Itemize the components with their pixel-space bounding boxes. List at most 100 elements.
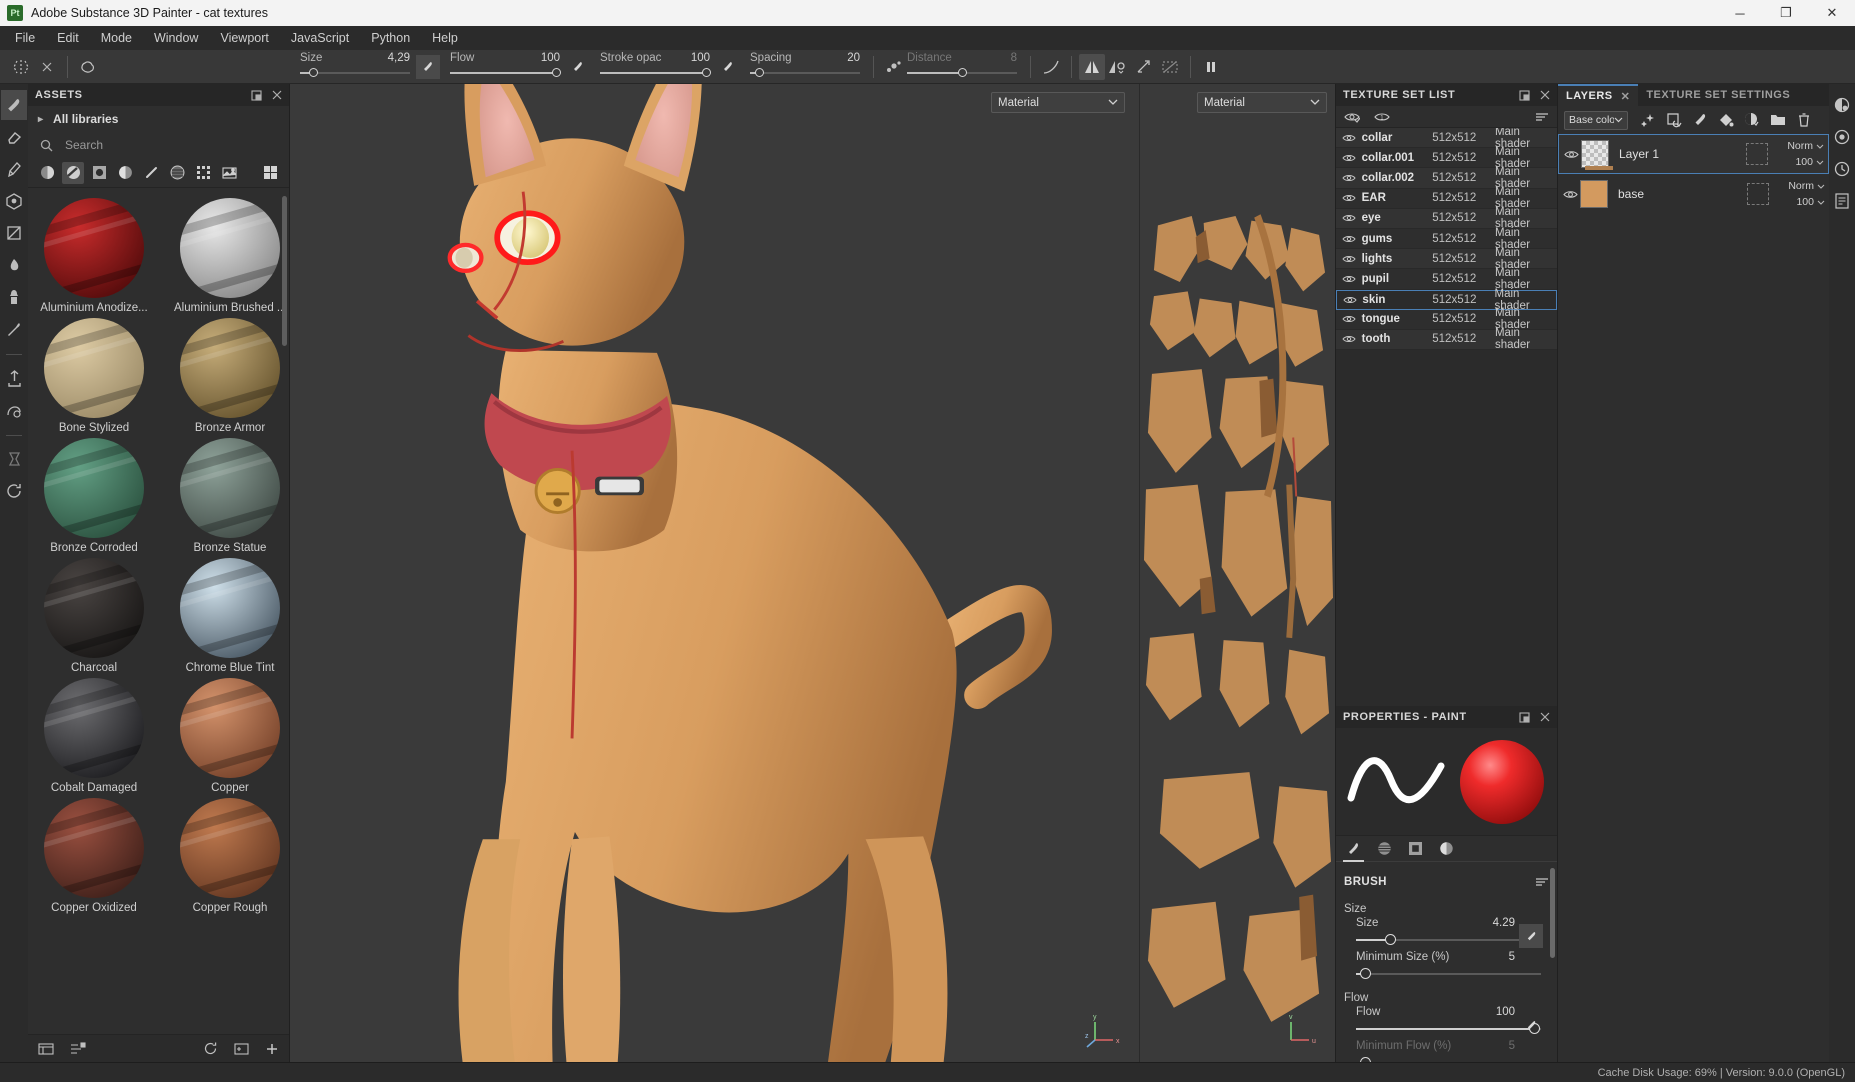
viewport-3d[interactable]: Material y x z bbox=[290, 84, 1139, 1062]
menu-item-window[interactable]: Window bbox=[143, 28, 209, 48]
layer-row[interactable]: base Norm 100 bbox=[1558, 174, 1829, 214]
property-value[interactable]: 4.29 bbox=[1493, 917, 1515, 929]
log-icon[interactable] bbox=[1829, 186, 1855, 216]
toolbar-slider-distance[interactable]: Distance 8 bbox=[907, 51, 1017, 83]
layer-mask-slot[interactable] bbox=[1746, 143, 1768, 165]
asset-item[interactable]: Aluminium Brushed ... bbox=[174, 198, 286, 314]
layer-blend-mode[interactable]: Norm bbox=[1787, 138, 1813, 154]
asset-item[interactable]: Charcoal bbox=[38, 558, 150, 674]
property-slider-size[interactable]: Size 4.29 bbox=[1356, 917, 1543, 951]
asset-item[interactable]: Copper Rough bbox=[174, 798, 286, 914]
symmetry-options-icon[interactable] bbox=[1105, 54, 1131, 80]
pressure-toggle-icon[interactable] bbox=[1519, 1013, 1543, 1037]
add-folder-icon[interactable] bbox=[1767, 110, 1788, 131]
asset-item[interactable]: Bronze Statue bbox=[174, 438, 286, 554]
symmetry-toggle-icon[interactable] bbox=[1079, 53, 1105, 80]
asset-item[interactable]: Bone Stylized bbox=[38, 318, 150, 434]
layer-visibility-icon[interactable] bbox=[1560, 189, 1580, 200]
shelf-list-icon[interactable] bbox=[70, 1041, 86, 1056]
property-slider-minimum-flow[interactable]: Minimum Flow (%) 5 bbox=[1356, 1040, 1543, 1062]
property-knob[interactable] bbox=[1360, 968, 1372, 980]
bake-tool-icon[interactable] bbox=[1, 395, 27, 425]
alphas-filter-icon[interactable] bbox=[166, 162, 188, 184]
brush-preset-icon[interactable] bbox=[75, 54, 101, 80]
shader-settings-icon[interactable] bbox=[1829, 122, 1855, 152]
reload-tool-icon[interactable] bbox=[1, 476, 27, 506]
symmetry-settings-icon[interactable] bbox=[8, 54, 34, 80]
visibility-eye-icon[interactable] bbox=[1342, 133, 1362, 143]
brush-pressure-toggle-2[interactable] bbox=[716, 55, 740, 79]
visibility-eye-icon[interactable] bbox=[1343, 295, 1362, 305]
menu-item-javascript[interactable]: JavaScript bbox=[280, 28, 360, 48]
polygon-fill-tool-icon[interactable] bbox=[1, 218, 27, 248]
delete-layer-icon[interactable] bbox=[1793, 110, 1814, 131]
viewport-2d-uv[interactable]: Material v u bbox=[1139, 84, 1335, 1062]
visibility-eye-icon[interactable] bbox=[1342, 173, 1362, 183]
close-panel-icon[interactable] bbox=[272, 90, 282, 100]
layer-row[interactable]: Layer 1 Norm 100 bbox=[1558, 134, 1829, 174]
layer-opacity[interactable]: 100 bbox=[1795, 154, 1813, 170]
asset-item[interactable]: Cobalt Damaged bbox=[38, 678, 150, 794]
mirror-transform-icon[interactable] bbox=[1131, 54, 1157, 80]
textures-filter-icon[interactable] bbox=[192, 162, 214, 184]
layer-visibility-icon[interactable] bbox=[1561, 149, 1581, 160]
property-value[interactable]: 100 bbox=[1496, 1006, 1515, 1018]
menu-item-help[interactable]: Help bbox=[421, 28, 469, 48]
float-panel-icon[interactable] bbox=[251, 89, 262, 101]
visibility-eye-icon[interactable] bbox=[1342, 334, 1362, 344]
close-tool-options-icon[interactable] bbox=[34, 54, 60, 80]
viewport-channel-select[interactable]: Material bbox=[991, 92, 1125, 113]
asset-item[interactable]: Chrome Blue Tint bbox=[174, 558, 286, 674]
maximize-button[interactable]: ❐ bbox=[1763, 0, 1809, 26]
projection-tool-icon[interactable] bbox=[1, 154, 27, 184]
menu-item-mode[interactable]: Mode bbox=[90, 28, 143, 48]
visibility-eye-icon[interactable] bbox=[1342, 213, 1362, 223]
curvature-icon[interactable] bbox=[1038, 54, 1064, 80]
asset-item[interactable]: Bronze Armor bbox=[174, 318, 286, 434]
brush-pressure-toggle-0[interactable] bbox=[416, 54, 440, 79]
close-panel-icon[interactable] bbox=[1540, 90, 1550, 100]
property-knob[interactable] bbox=[1384, 934, 1396, 946]
tab-texture-set-settings[interactable]: TEXTURE SET SETTINGS bbox=[1638, 84, 1799, 106]
visibility-eye-icon[interactable] bbox=[1342, 274, 1362, 284]
float-panel-icon[interactable] bbox=[1519, 711, 1530, 723]
minimize-button[interactable]: ─ bbox=[1717, 0, 1763, 26]
visibility-eye-icon[interactable] bbox=[1342, 234, 1362, 244]
layer-thumbnail[interactable] bbox=[1580, 180, 1608, 208]
toggle-all-visibility-icon[interactable] bbox=[1344, 111, 1360, 123]
brush-tab-icon[interactable] bbox=[1343, 836, 1364, 862]
brushes-filter-icon[interactable] bbox=[140, 162, 162, 184]
smart-materials-filter-icon[interactable] bbox=[62, 161, 84, 184]
smudge-tool-icon[interactable] bbox=[1, 250, 27, 280]
slider-knob[interactable] bbox=[958, 67, 967, 77]
brush-section-menu-icon[interactable] bbox=[1535, 876, 1549, 888]
smart-masks-filter-icon[interactable] bbox=[114, 162, 136, 184]
close-button[interactable]: ✕ bbox=[1809, 0, 1855, 26]
slider-knob[interactable] bbox=[551, 67, 561, 77]
asset-item[interactable]: Copper bbox=[174, 678, 286, 794]
visibility-eye-icon[interactable] bbox=[1342, 254, 1362, 264]
layer-blend-mode[interactable]: Norm bbox=[1788, 178, 1814, 194]
toolbar-slider-size[interactable]: Size 4,29 bbox=[300, 51, 410, 83]
layer-name[interactable]: base bbox=[1608, 187, 1747, 201]
slider-knob[interactable] bbox=[754, 67, 764, 77]
assets-scrollbar[interactable] bbox=[282, 196, 287, 346]
properties-scrollbar[interactable] bbox=[1550, 868, 1555, 959]
library-selector[interactable]: ▸ All libraries bbox=[28, 106, 289, 132]
toolbar-slider-flow[interactable]: Flow 100 bbox=[450, 51, 561, 83]
display-settings-icon[interactable] bbox=[1829, 90, 1855, 120]
pause-rendering-icon[interactable] bbox=[1198, 54, 1224, 80]
toolbar-slider-stroke-opac[interactable]: Stroke opac 100 bbox=[600, 51, 711, 83]
add-adjustment-icon[interactable] bbox=[1741, 110, 1762, 131]
close-tab-icon[interactable]: ✕ bbox=[1621, 90, 1631, 103]
slider-knob[interactable] bbox=[309, 67, 319, 77]
materials-filter-icon[interactable] bbox=[36, 162, 58, 184]
clone-stamp-tool-icon[interactable] bbox=[1, 282, 27, 312]
add-effect-icon[interactable] bbox=[1637, 110, 1658, 131]
slider-knob[interactable] bbox=[701, 67, 711, 77]
property-value[interactable]: 5 bbox=[1509, 1040, 1515, 1052]
layer-name[interactable]: Layer 1 bbox=[1609, 147, 1746, 161]
channel-select[interactable]: Base colo bbox=[1564, 110, 1628, 130]
property-knob[interactable] bbox=[1360, 1057, 1372, 1062]
visibility-eye-icon[interactable] bbox=[1342, 193, 1362, 203]
